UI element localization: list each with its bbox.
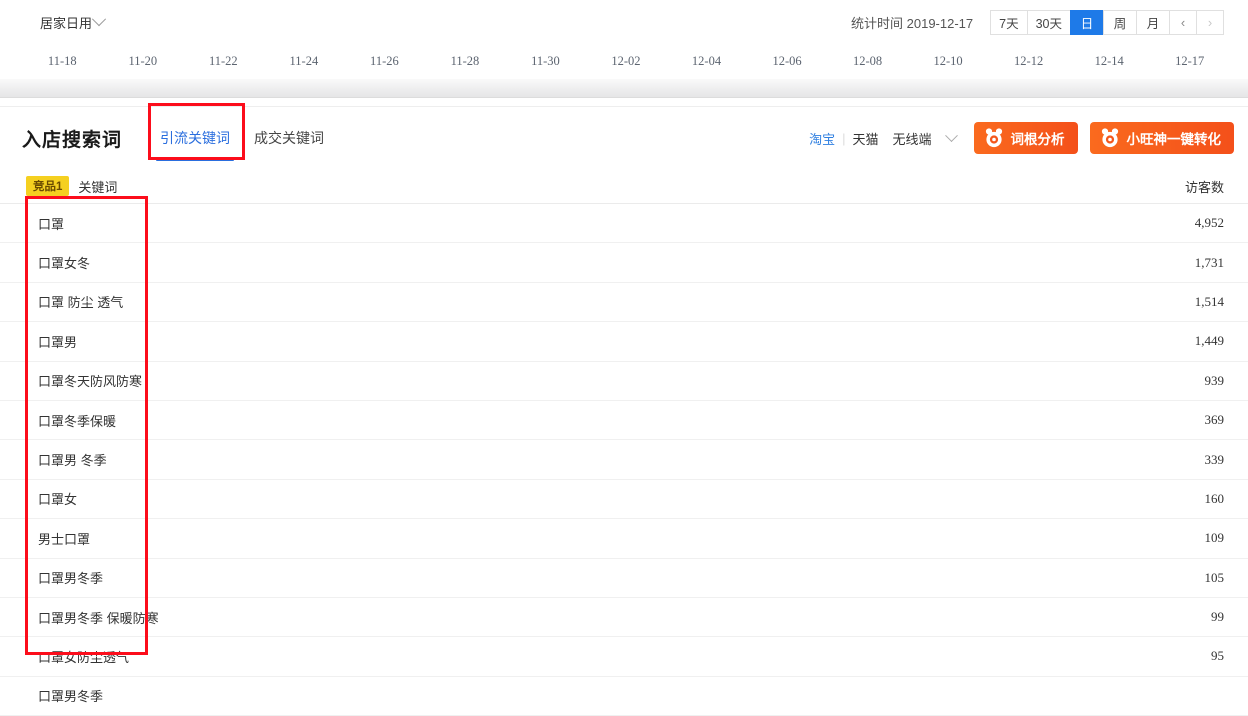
section-divider (0, 79, 1248, 98)
keyword-cell: 口罩 防尘 透气 (38, 292, 123, 311)
keyword-cell: 口罩冬季保暖 (38, 411, 116, 430)
tab-traffic-keywords[interactable]: 引流关键词 (148, 107, 242, 169)
visitors-cell: 1,449 (1195, 333, 1224, 349)
visitors-cell: 1,514 (1195, 294, 1224, 310)
range-button-week[interactable]: 周 (1103, 10, 1137, 35)
column-header-visitors: 访客数 (1185, 177, 1224, 196)
date-tick: 11-24 (264, 54, 345, 69)
tab-conversion-keywords[interactable]: 成交关键词 (242, 107, 336, 169)
panel-header: 入店搜索词 引流关键词 成交关键词 淘宝 | 天猫 无线端 词根分析 (0, 107, 1248, 169)
channel-filter-mobile[interactable]: 无线端 (885, 129, 938, 148)
chevron-down-icon[interactable] (945, 129, 958, 142)
one-click-convert-label: 小旺神一键转化 (1127, 128, 1222, 148)
keyword-table-body: 口罩 4,952 口罩女冬 1,731 口罩 防尘 透气 1,514 口罩男 1… (0, 204, 1248, 716)
date-tick: 12-12 (988, 54, 1069, 69)
date-axis: 11-18 11-20 11-22 11-24 11-26 11-28 11-3… (0, 44, 1248, 79)
page-title: 入店搜索词 (22, 125, 122, 152)
visitors-cell: 99 (1211, 609, 1224, 625)
stat-time-label: 统计时间 2019-12-17 (851, 13, 973, 32)
visitors-cell: 105 (1205, 570, 1225, 586)
prev-arrow-icon[interactable]: ‹ (1169, 10, 1197, 35)
keyword-cell: 口罩 (38, 214, 64, 233)
keyword-cell: 口罩男冬季 保暖防寒 (38, 608, 159, 627)
date-tick: 12-02 (586, 54, 667, 69)
date-tick: 12-14 (1069, 54, 1150, 69)
competitor-badge: 竞品1 (26, 176, 69, 196)
table-row[interactable]: 口罩 4,952 (0, 204, 1248, 243)
visitors-cell: 95 (1211, 648, 1224, 664)
table-row[interactable]: 口罩男 冬季 339 (0, 440, 1248, 479)
word-root-analysis-button[interactable]: 词根分析 (974, 122, 1078, 154)
keyword-cell: 口罩女冬 (38, 253, 90, 272)
channel-filter-tmall[interactable]: 天猫 (845, 129, 885, 148)
mascot-icon (1099, 127, 1121, 149)
table-row[interactable]: 口罩女冬 1,731 (0, 243, 1248, 282)
date-tick: 11-22 (183, 54, 264, 69)
mascot-icon (983, 127, 1005, 149)
range-button-day[interactable]: 日 (1070, 10, 1104, 35)
range-button-30d[interactable]: 30天 (1027, 10, 1071, 35)
table-row[interactable]: 口罩男冬季 保暖防寒 99 (0, 598, 1248, 637)
date-tick: 12-08 (827, 54, 908, 69)
category-label: 居家日用 (40, 13, 92, 32)
table-row[interactable]: 口罩男冬季 (0, 677, 1248, 716)
keyword-cell: 口罩男冬季 (38, 568, 103, 587)
spacer (0, 98, 1248, 106)
word-root-analysis-label: 词根分析 (1011, 128, 1065, 148)
keyword-cell: 口罩男 (38, 332, 77, 351)
channel-filter-taobao[interactable]: 淘宝 (802, 129, 842, 148)
table-row[interactable]: 口罩冬季保暖 369 (0, 401, 1248, 440)
keyword-cell: 男士口罩 (38, 529, 90, 548)
date-tick: 11-18 (22, 54, 103, 69)
category-selector[interactable]: 居家日用 (40, 13, 104, 32)
visitors-cell: 160 (1205, 491, 1225, 507)
next-arrow-icon[interactable]: › (1196, 10, 1224, 35)
date-tick: 12-10 (908, 54, 989, 69)
range-button-7d[interactable]: 7天 (990, 10, 1027, 35)
keyword-cell: 口罩男冬季 (38, 686, 103, 705)
table-row[interactable]: 口罩女 160 (0, 480, 1248, 519)
date-tick: 12-17 (1149, 54, 1230, 69)
top-bar: 居家日用 统计时间 2019-12-17 7天 30天 日 周 月 ‹ › (0, 0, 1248, 44)
keyword-cell: 口罩女 (38, 489, 77, 508)
visitors-cell: 939 (1205, 373, 1225, 389)
date-tick: 11-20 (103, 54, 184, 69)
panel-header-right: 淘宝 | 天猫 无线端 词根分析 (802, 122, 1234, 154)
range-button-month[interactable]: 月 (1136, 10, 1170, 35)
visitors-cell: 339 (1205, 452, 1225, 468)
date-tick: 11-28 (425, 54, 506, 69)
date-range-segmented-control: 7天 30天 日 周 月 ‹ › (991, 10, 1224, 35)
visitors-cell: 4,952 (1195, 215, 1224, 231)
panel-tabs: 引流关键词 成交关键词 (148, 107, 336, 169)
search-terms-panel: 入店搜索词 引流关键词 成交关键词 淘宝 | 天猫 无线端 词根分析 (0, 106, 1248, 716)
table-row[interactable]: 口罩男冬季 105 (0, 559, 1248, 598)
chevron-down-icon (92, 12, 106, 26)
keyword-cell: 口罩女防尘透气 (38, 647, 129, 666)
top-bar-right: 统计时间 2019-12-17 7天 30天 日 周 月 ‹ › (851, 10, 1224, 35)
date-tick: 11-26 (344, 54, 425, 69)
table-row[interactable]: 口罩男 1,449 (0, 322, 1248, 361)
column-header-keyword: 关键词 (78, 177, 117, 196)
keyword-cell: 口罩冬天防风防寒 (38, 371, 142, 390)
table-row[interactable]: 口罩女防尘透气 95 (0, 637, 1248, 676)
one-click-convert-button[interactable]: 小旺神一键转化 (1090, 122, 1235, 154)
visitors-cell: 1,731 (1195, 255, 1224, 271)
date-tick: 11-30 (505, 54, 586, 69)
date-tick: 12-06 (747, 54, 828, 69)
table-row[interactable]: 男士口罩 109 (0, 519, 1248, 558)
table-row[interactable]: 口罩 防尘 透气 1,514 (0, 283, 1248, 322)
keyword-cell: 口罩男 冬季 (38, 450, 107, 469)
visitors-cell: 109 (1205, 530, 1225, 546)
date-tick: 12-04 (666, 54, 747, 69)
table-header: 竞品1 关键词 访客数 (0, 169, 1248, 204)
visitors-cell: 369 (1205, 412, 1225, 428)
table-row[interactable]: 口罩冬天防风防寒 939 (0, 362, 1248, 401)
